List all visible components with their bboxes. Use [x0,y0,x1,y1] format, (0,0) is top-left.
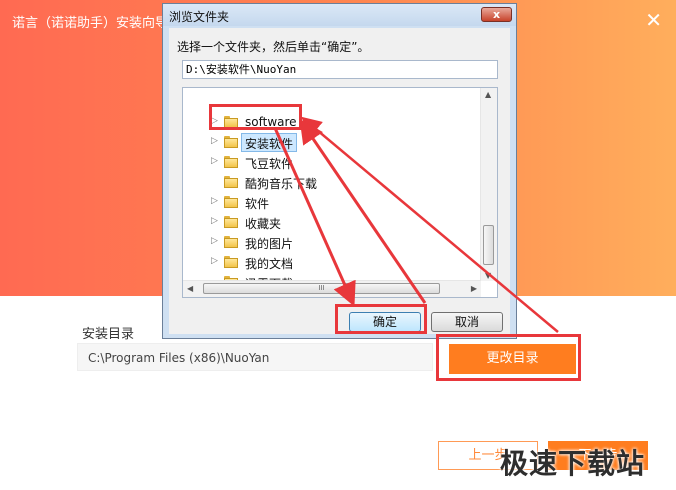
arrow-ok-to-folder [299,119,427,304]
annotation-arrows [273,116,559,333]
arrow-folder-to-ok [273,127,356,307]
arrow-change-dir-to-folder [301,116,559,333]
